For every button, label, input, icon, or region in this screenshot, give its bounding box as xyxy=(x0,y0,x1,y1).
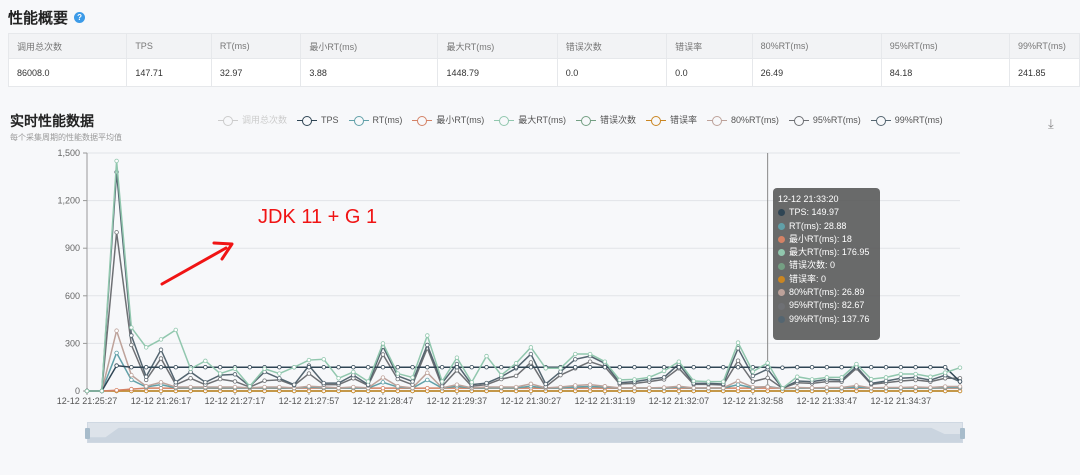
tooltip-row: 最大RT(ms): 176.95 xyxy=(778,246,875,259)
tooltip-row: 错误率: 0 xyxy=(778,273,875,286)
datazoom-slider[interactable] xyxy=(85,422,965,443)
tooltip-value: 最小RT(ms): 18 xyxy=(789,233,852,244)
tooltip-value: TPS: 149.97 xyxy=(789,207,840,218)
tooltip-row: RT(ms): 28.88 xyxy=(778,220,875,233)
tooltip-row: 99%RT(ms): 137.76 xyxy=(778,313,875,326)
tooltip-value: 错误率: 0 xyxy=(789,273,827,284)
tooltip-value: 最大RT(ms): 176.95 xyxy=(789,247,870,258)
series-dot-icon xyxy=(778,289,785,297)
tooltip-row: 最小RT(ms): 18 xyxy=(778,233,875,246)
series-dot-icon xyxy=(778,302,785,310)
tooltip-row: TPS: 149.97 xyxy=(778,206,875,219)
slider-handle-right[interactable] xyxy=(960,428,965,439)
series-dot-icon xyxy=(778,236,785,244)
series-dot-icon xyxy=(778,262,785,270)
series-dot-icon xyxy=(778,222,785,230)
series-dot-icon xyxy=(778,275,785,283)
tooltip-value: 99%RT(ms): 137.76 xyxy=(789,313,870,324)
tooltip-value: RT(ms): 28.88 xyxy=(789,220,847,231)
slider-handle-left[interactable] xyxy=(85,428,90,439)
tooltip-value: 95%RT(ms): 82.67 xyxy=(789,300,865,311)
tooltip-row: 错误次数: 0 xyxy=(778,259,875,272)
tooltip-value: 错误次数: 0 xyxy=(789,260,836,271)
tooltip-time: 12-12 21:33:20 xyxy=(778,194,839,204)
chart-tooltip: 12-12 21:33:20 TPS: 149.97 RT(ms): 28.88 最… xyxy=(773,188,880,340)
tooltip-row: 80%RT(ms): 26.89 xyxy=(778,286,875,299)
tooltip-value: 80%RT(ms): 26.89 xyxy=(789,287,865,298)
slider-preview xyxy=(88,427,962,442)
red-arrow-icon xyxy=(160,241,234,286)
series-dot-icon xyxy=(778,209,785,217)
series-dot-icon xyxy=(778,249,785,257)
tooltip-row: 95%RT(ms): 82.67 xyxy=(778,299,875,312)
series-dot-icon xyxy=(778,315,785,323)
